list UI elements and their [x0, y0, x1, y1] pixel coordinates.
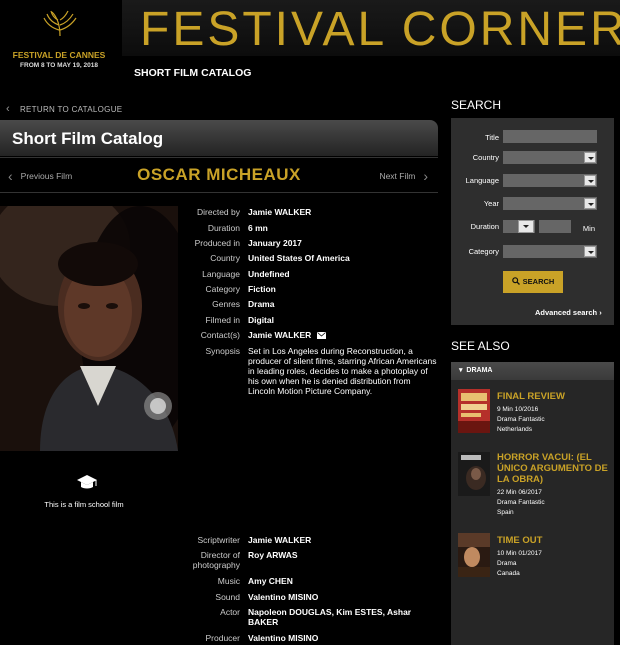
time-out-thumbnail[interactable]: [458, 533, 490, 577]
credit-value: Napoleon DOUGLAS, Kim ESTES, Ashar BAKER: [248, 607, 412, 627]
see-also-meta: Netherlands: [497, 426, 533, 433]
film-navigation: ‹ Previous Film OSCAR MICHEAUX Next Film ›: [0, 157, 438, 193]
duration-label: Duration: [470, 222, 499, 231]
see-also-heading: SEE ALSO: [451, 339, 510, 353]
chevron-right-icon: ›: [599, 308, 602, 317]
see-also-title[interactable]: FINAL REVIEW: [497, 391, 611, 402]
credit-value: Roy ARWAS: [248, 550, 298, 560]
next-film-link[interactable]: Next Film ›: [379, 168, 428, 184]
detail-value: 6 mn: [248, 223, 268, 233]
festival-logo[interactable]: FESTIVAL DE CANNES FROM 8 TO MAY 19, 201…: [0, 0, 118, 80]
see-also-meta: Canada: [497, 570, 520, 577]
language-label: Language: [465, 176, 499, 185]
credit-value: Jamie WALKER: [248, 535, 312, 545]
country-select[interactable]: [503, 151, 597, 164]
festival-corner-title: FESTIVAL CORNER: [140, 3, 620, 56]
dropdown-icon: [584, 198, 596, 209]
see-also-meta: Drama: [497, 560, 517, 567]
film-poster: [0, 206, 178, 451]
credit-value: Valentino MISINO: [248, 592, 319, 602]
see-also-meta: Spain: [497, 509, 514, 516]
detail-value: Jamie WALKER: [248, 207, 312, 217]
category-tab-drama[interactable]: ▾ DRAMA: [451, 362, 614, 380]
dropdown-icon: [584, 152, 596, 163]
title-label: Title: [485, 133, 499, 142]
horror-vacui-thumbnail[interactable]: [458, 452, 490, 496]
catalog-header-bar: Short Film Catalog: [0, 120, 438, 156]
category-select[interactable]: [503, 245, 597, 258]
film-still-image: [0, 206, 178, 451]
country-label: Country: [472, 153, 499, 162]
year-label: Year: [483, 199, 499, 208]
detail-label: Directed by: [197, 207, 240, 217]
return-to-catalogue-link[interactable]: ‹ RETURN TO CATALOGUE: [6, 103, 122, 115]
dropdown-icon[interactable]: [518, 220, 534, 233]
detail-value: United States Of America: [248, 253, 350, 263]
credit-value: Valentino MISINO: [248, 633, 319, 643]
detail-label: Filmed in: [205, 315, 240, 325]
year-select[interactable]: [503, 197, 597, 210]
see-also-title[interactable]: TIME OUT: [497, 535, 611, 546]
credit-label: Actor: [220, 607, 240, 617]
detail-label: Country: [210, 253, 240, 263]
search-button-label: SEARCH: [522, 277, 555, 286]
detail-label: Contact(s): [200, 330, 240, 340]
next-film-label: Next Film: [379, 171, 416, 181]
detail-value: Undefined: [248, 269, 290, 279]
chevron-right-icon: ›: [423, 168, 428, 184]
detail-label: Synopsis: [205, 346, 241, 356]
category-label: Category: [468, 247, 499, 256]
see-also-panel: ▾ DRAMA FINAL REVIEW 9 Min 10/2016 Drama…: [451, 362, 614, 645]
credit-label: Sound: [215, 592, 240, 602]
header-subtitle[interactable]: SHORT FILM CATALOG: [134, 67, 251, 79]
synopsis-text: Set in Los Angeles during Reconstruction…: [248, 346, 437, 396]
credit-label: Music: [217, 576, 240, 586]
page-title: Short Film Catalog: [12, 129, 164, 148]
credit-label: Director of photography: [192, 550, 240, 570]
duration-unit: Min: [582, 224, 595, 233]
detail-label: Genres: [212, 299, 240, 309]
search-panel: Title Country Language Year Duration Min…: [451, 118, 614, 325]
category-label: DRAMA: [466, 367, 493, 374]
advanced-search-link[interactable]: Advanced search ›: [535, 308, 602, 317]
detail-value: January 2017: [248, 238, 302, 248]
credit-label: Producer: [205, 633, 241, 643]
see-also-title[interactable]: HORROR VACUI: (EL ÚNICO ARGUMENTO DE LA …: [497, 452, 611, 485]
mail-icon[interactable]: [317, 332, 327, 339]
contact-name: Jamie WALKER: [248, 330, 312, 340]
title-input[interactable]: [503, 130, 597, 143]
dropdown-icon: [584, 175, 596, 186]
graduation-cap-icon: [77, 475, 97, 489]
detail-value: Digital: [248, 315, 274, 325]
film-school-label: This is a film school film: [44, 500, 124, 509]
language-select[interactable]: [503, 174, 597, 187]
see-also-meta: Drama Fantastic: [497, 499, 545, 506]
detail-value-wrap: Jamie WALKER: [248, 330, 438, 340]
triangle-down-icon: ▾: [459, 367, 463, 374]
see-also-meta: 22 Min 06/2017: [497, 489, 542, 496]
see-also-meta: 10 Min 01/2017: [497, 550, 542, 557]
final-review-thumbnail[interactable]: [458, 389, 490, 433]
see-also-meta: Drama Fantastic: [497, 416, 545, 423]
return-label: RETURN TO CATALOGUE: [19, 105, 123, 114]
search-icon: [511, 277, 520, 285]
search-button[interactable]: SEARCH: [503, 271, 563, 293]
detail-label: Produced in: [194, 238, 240, 248]
film-title: OSCAR MICHEAUX: [137, 165, 301, 184]
chevron-left-icon: ‹: [6, 103, 10, 115]
advanced-search-label: Advanced search: [535, 308, 598, 317]
detail-value: Drama: [248, 299, 275, 309]
dropdown-icon: [584, 246, 596, 257]
detail-label: Category: [205, 284, 241, 294]
detail-value: Fiction: [248, 284, 276, 294]
credit-value: Amy CHEN: [248, 576, 293, 586]
credit-label: Scriptwriter: [197, 535, 240, 545]
detail-label: Duration: [207, 223, 240, 233]
logo-dates: FROM 8 TO MAY 19, 2018: [20, 62, 98, 69]
detail-label: Language: [202, 269, 240, 279]
search-heading: SEARCH: [451, 98, 502, 112]
palm-logo-icon: [43, 10, 77, 37]
logo-festival-name: FESTIVAL DE CANNES: [12, 50, 106, 60]
see-also-meta: 9 Min 10/2016: [497, 406, 539, 413]
